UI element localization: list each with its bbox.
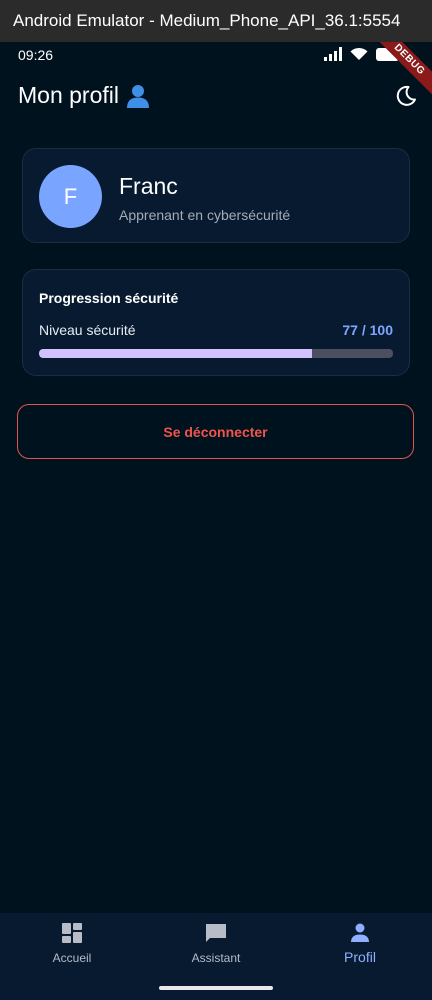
page-title: Mon profil (18, 82, 151, 109)
signal-icon (324, 47, 342, 61)
nav-item-accueil[interactable]: Accueil (0, 921, 144, 977)
nav-label-profil: Profil (344, 949, 376, 965)
nav-item-profil[interactable]: Profil (288, 921, 432, 977)
status-time: 09:26 (18, 47, 54, 63)
security-progress-card: Progression sécurité Niveau sécurité 77 … (22, 269, 410, 376)
progress-value: 77 / 100 (342, 322, 393, 338)
page-title-text: Mon profil (18, 82, 119, 108)
dashboard-icon (62, 923, 82, 943)
phone-screen: 09:26 DEBUG Mon profil F Franc Apprenant… (0, 42, 432, 1000)
progress-bar-fill (39, 349, 312, 358)
avatar: F (39, 165, 102, 228)
nav-label-accueil: Accueil (52, 951, 92, 965)
person-icon (126, 84, 149, 108)
bottom-navigation: Accueil Assistant Profil (0, 913, 432, 1000)
wifi-icon (350, 47, 368, 60)
nav-item-assistant[interactable]: Assistant (144, 921, 288, 977)
progress-label: Niveau sécurité (39, 322, 136, 338)
emulator-window: Android Emulator - Medium_Phone_API_36.1… (0, 0, 432, 1000)
progress-bar-track (39, 349, 393, 358)
profile-card: F Franc Apprenant en cybersécurité (22, 148, 410, 243)
person-icon (351, 923, 369, 942)
logout-button[interactable]: Se déconnecter (17, 404, 414, 459)
app-bar: Mon profil (0, 70, 432, 124)
status-bar: 09:26 DEBUG (0, 42, 432, 98)
moon-icon (396, 85, 416, 106)
profile-role: Apprenant en cybersécurité (119, 207, 291, 223)
home-indicator[interactable] (159, 986, 273, 990)
nav-label-assistant: Assistant (191, 951, 241, 965)
chat-icon (206, 924, 226, 942)
window-title: Android Emulator - Medium_Phone_API_36.1… (0, 0, 432, 42)
theme-toggle-button[interactable] (394, 84, 418, 108)
progress-title: Progression sécurité (39, 290, 179, 306)
profile-name: Franc (119, 173, 178, 199)
